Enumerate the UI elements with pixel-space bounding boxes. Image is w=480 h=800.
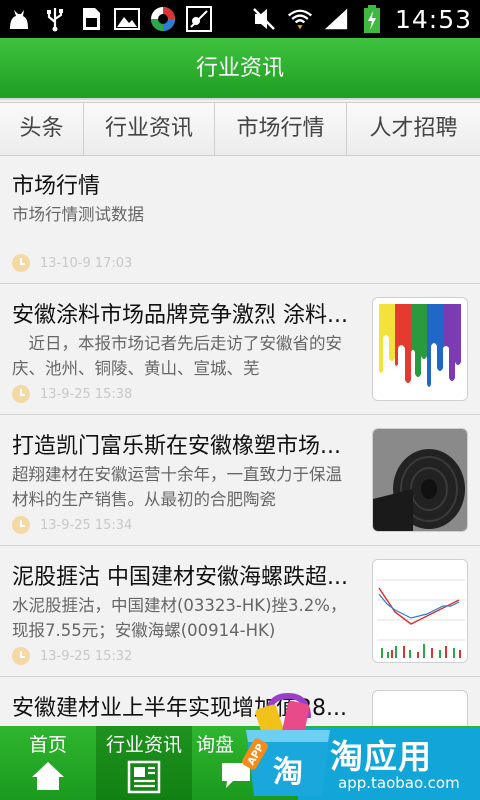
item-summary: 水泥股捱沽，中国建材(03323-HK)挫3.2%，现报7.55元；安徽海螺(0… bbox=[12, 596, 347, 640]
item-date: 13-9-25 15:38 bbox=[40, 386, 133, 402]
promo-url: app.taobao.com bbox=[338, 774, 460, 792]
list-item[interactable]: 打造凯门富乐斯在安徽橡塑市场... 超翔建材在安徽运营十余年，一直致力于保温材料… bbox=[0, 416, 480, 546]
list-item[interactable]: 市场行情 市场行情测试数据 13-10-9 17:03 bbox=[0, 156, 480, 284]
nav-home-label: 首页 bbox=[28, 734, 67, 756]
mute-icon bbox=[186, 6, 212, 32]
wifi-icon bbox=[287, 6, 313, 32]
stock-chart-image bbox=[373, 560, 467, 662]
promo-name: 淘应用 bbox=[330, 737, 432, 776]
news-icon bbox=[127, 760, 161, 799]
item-thumbnail bbox=[372, 428, 468, 532]
image-icon bbox=[114, 6, 140, 32]
item-summary: 近日，本报市场记者先后走访了安徽省的安庆、池州、铜陵、黄山、宣城、芜 bbox=[12, 334, 342, 378]
news-list: 市场行情 市场行情测试数据 13-10-9 17:03 安徽涂料市场品牌竞争激烈… bbox=[0, 156, 480, 726]
item-title: 安徽涂料市场品牌竞争激烈 涂料... bbox=[12, 303, 348, 328]
clock-icon bbox=[12, 647, 30, 665]
nav-news-label: 行业资讯 bbox=[105, 734, 182, 756]
tab-market[interactable]: 市场行情 bbox=[215, 103, 347, 155]
item-date: 13-9-25 15:34 bbox=[40, 517, 133, 533]
item-title: 打造凯门富乐斯在安徽橡塑市场... bbox=[12, 434, 341, 459]
tab-industry-news[interactable]: 行业资讯 bbox=[84, 103, 215, 155]
item-summary: 超翔建材在安徽运营十余年，一直致力于保温材料的生产销售。从最初的合肥陶瓷 bbox=[12, 465, 342, 509]
item-thumbnail bbox=[372, 559, 468, 663]
app-icon bbox=[150, 6, 176, 32]
title-bar: 行业资讯 bbox=[0, 38, 480, 100]
tab-headlines[interactable]: 头条 bbox=[0, 103, 84, 155]
item-title: 泥股捱沽 中国建材安徽海螺跌超... bbox=[12, 565, 348, 590]
app-screen: 14:53 行业资讯 头条 行业资讯 市场行情 人才招聘 市场行情 市场行情测试… bbox=[0, 0, 480, 800]
bag-char: 淘 bbox=[273, 755, 303, 790]
item-thumbnail bbox=[372, 297, 468, 401]
nav-industry-news[interactable]: 行业资讯 bbox=[96, 726, 192, 800]
rubber-rolls-image bbox=[373, 429, 467, 531]
list-item[interactable]: 泥股捱沽 中国建材安徽海螺跌超... 水泥股捱沽，中国建材(03323-HK)挫… bbox=[0, 547, 480, 677]
item-summary: 市场行情测试数据 bbox=[12, 205, 144, 224]
nav-home[interactable]: 首页 bbox=[0, 726, 96, 800]
signal-icon bbox=[323, 6, 349, 32]
item-date: 13-10-9 17:03 bbox=[40, 255, 133, 271]
status-bar: 14:53 bbox=[0, 0, 480, 38]
clock-icon bbox=[12, 385, 30, 403]
vibrate-off-icon bbox=[251, 6, 277, 32]
usb-icon bbox=[42, 6, 68, 32]
tab-jobs[interactable]: 人才招聘 bbox=[347, 103, 480, 155]
list-item[interactable]: 安徽涂料市场品牌竞争激烈 涂料... 近日，本报市场记者先后走访了安徽省的安庆、… bbox=[0, 285, 480, 415]
cat-icon bbox=[6, 6, 32, 32]
clock-time: 14:53 bbox=[394, 4, 472, 34]
item-date: 13-9-25 15:32 bbox=[40, 648, 133, 664]
home-icon bbox=[30, 760, 66, 797]
category-tabs: 头条 行业资讯 市场行情 人才招聘 bbox=[0, 102, 480, 156]
sd-card-icon bbox=[78, 6, 104, 32]
promo-banner[interactable]: 淘 APP 淘应用 app.taobao.com bbox=[238, 690, 480, 800]
item-title: 市场行情 bbox=[12, 174, 101, 199]
paint-drips-image bbox=[373, 298, 467, 400]
clock-icon bbox=[12, 516, 30, 534]
battery-charging-icon bbox=[359, 5, 385, 33]
page-title: 行业资讯 bbox=[195, 56, 284, 81]
clock-icon bbox=[12, 254, 30, 272]
shopping-bag-icon: 淘 APP bbox=[242, 692, 330, 796]
